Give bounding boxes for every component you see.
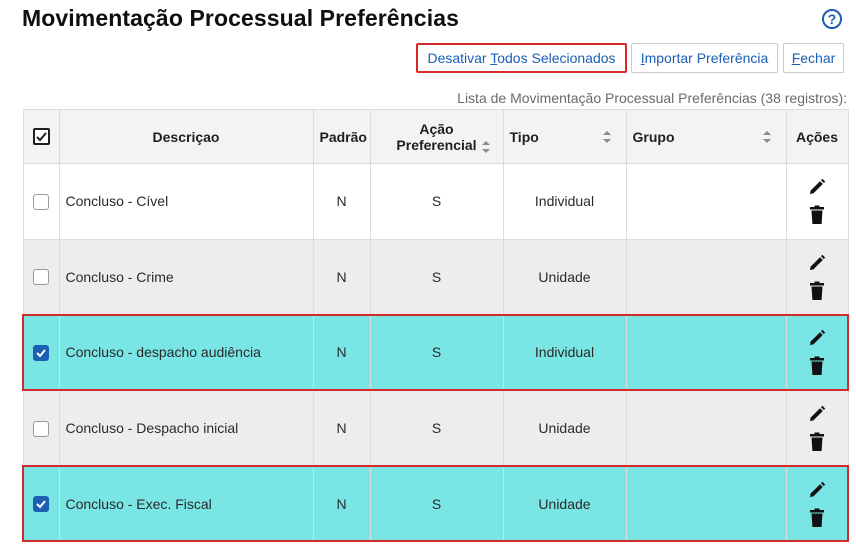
cell-acao-preferencial: S <box>369 464 504 543</box>
cell-descricao: Concluso - despacho audiência <box>58 313 314 392</box>
disable-all-label-post: odos Selecionados <box>497 50 616 66</box>
disable-all-selected-button[interactable]: Desativar Todos Selecionados <box>416 43 627 73</box>
cell-padrao: N <box>312 313 371 392</box>
cell-padrao: N <box>312 464 371 543</box>
cell-padrao: N <box>312 389 371 467</box>
check-icon <box>35 132 47 142</box>
trash-icon[interactable] <box>809 281 825 301</box>
disable-all-label-pre: Desativar <box>427 50 491 66</box>
pencil-icon[interactable] <box>807 253 827 273</box>
cell-tipo: Individual <box>502 313 627 392</box>
cell-grupo <box>625 313 787 392</box>
cell-grupo <box>625 464 787 543</box>
table-row[interactable]: Concluso - Cível N S Individual <box>22 163 849 240</box>
row-checkbox[interactable] <box>33 496 50 513</box>
acao-line1: Ação <box>419 120 454 137</box>
column-header-padrao[interactable]: Padrão <box>312 109 371 164</box>
table-row[interactable]: Concluso - Despacho inicial N S Unidade <box>22 389 849 467</box>
records-count: Lista de Movimentação Processual Preferê… <box>457 90 847 106</box>
table-row[interactable]: Concluso - despacho audiência N S Individua… <box>22 313 849 392</box>
cell-grupo <box>625 389 787 467</box>
table-row[interactable]: Concluso - Exec. Fiscal N S Unidade <box>22 464 849 543</box>
row-select-cell <box>22 313 60 392</box>
cell-acoes <box>785 238 849 316</box>
cell-acao-preferencial: S <box>369 313 504 392</box>
cell-acoes <box>785 313 849 392</box>
trash-icon[interactable] <box>809 205 825 225</box>
column-header-acoes: Ações <box>785 109 849 164</box>
column-header-descricao[interactable]: Descriçao <box>58 109 314 164</box>
trash-icon[interactable] <box>809 508 825 528</box>
cell-padrao: N <box>312 163 371 240</box>
cell-acao-preferencial: S <box>369 389 504 467</box>
page-title: Movimentação Processual Preferências <box>22 5 459 31</box>
cell-acoes <box>785 464 849 543</box>
table-header-row: Descriçao Padrão Ação Preferencial Tipo … <box>22 109 849 164</box>
cell-tipo: Individual <box>502 163 627 240</box>
sort-icon[interactable] <box>762 130 772 144</box>
cell-descricao: Concluso - Despacho inicial <box>58 389 314 467</box>
row-select-cell <box>22 464 60 543</box>
row-select-cell <box>22 238 60 316</box>
row-checkbox[interactable] <box>33 420 49 437</box>
close-label-post: echar <box>800 50 836 66</box>
column-header-tipo[interactable]: Tipo <box>502 109 627 164</box>
row-select-cell <box>22 389 60 467</box>
cell-acoes <box>785 163 849 240</box>
column-header-acao-preferencial[interactable]: Ação Preferencial <box>369 109 504 164</box>
cell-tipo: Unidade <box>502 389 627 467</box>
pencil-icon[interactable] <box>807 404 827 424</box>
import-label-post: mportar Preferência <box>644 50 769 66</box>
row-checkbox[interactable] <box>33 345 50 362</box>
cell-padrao: N <box>312 238 371 316</box>
pencil-icon[interactable] <box>807 328 827 348</box>
import-preference-button[interactable]: Importar Preferência <box>631 43 778 73</box>
table-row[interactable]: Concluso - Crime N S Unidade <box>22 238 849 316</box>
acao-line2: Preferencial <box>396 136 477 153</box>
trash-icon[interactable] <box>809 432 825 452</box>
cell-grupo <box>625 238 787 316</box>
row-select-cell <box>22 163 60 240</box>
cell-descricao: Concluso - Cível <box>58 163 314 240</box>
pencil-icon[interactable] <box>807 480 827 500</box>
cell-tipo: Unidade <box>502 238 627 316</box>
cell-tipo: Unidade <box>502 464 627 543</box>
select-all-checkbox[interactable] <box>32 128 50 146</box>
select-all-header <box>22 109 60 164</box>
tipo-label: Tipo <box>509 128 539 145</box>
close-label-key: F <box>791 50 801 66</box>
grupo-label: Grupo <box>632 128 675 145</box>
cell-acao-preferencial: S <box>369 163 504 240</box>
column-header-grupo[interactable]: Grupo <box>625 109 787 164</box>
cell-descricao: Concluso - Exec. Fiscal <box>58 464 314 543</box>
cell-descricao: Concluso - Crime <box>58 238 314 316</box>
help-icon[interactable]: ? <box>822 9 842 29</box>
pencil-icon[interactable] <box>807 177 827 197</box>
check-icon <box>36 500 47 509</box>
preferences-table: Descriçao Padrão Ação Preferencial Tipo … <box>22 109 849 543</box>
cell-acao-preferencial: S <box>369 238 504 316</box>
cell-grupo <box>625 163 787 240</box>
close-button[interactable]: Fechar <box>783 43 844 73</box>
cell-acoes <box>785 389 849 467</box>
row-checkbox[interactable] <box>33 269 49 286</box>
trash-icon[interactable] <box>809 356 825 376</box>
row-checkbox[interactable] <box>33 193 49 210</box>
sort-icon[interactable] <box>481 140 491 154</box>
check-icon <box>36 349 47 358</box>
sort-icon[interactable] <box>602 130 612 144</box>
